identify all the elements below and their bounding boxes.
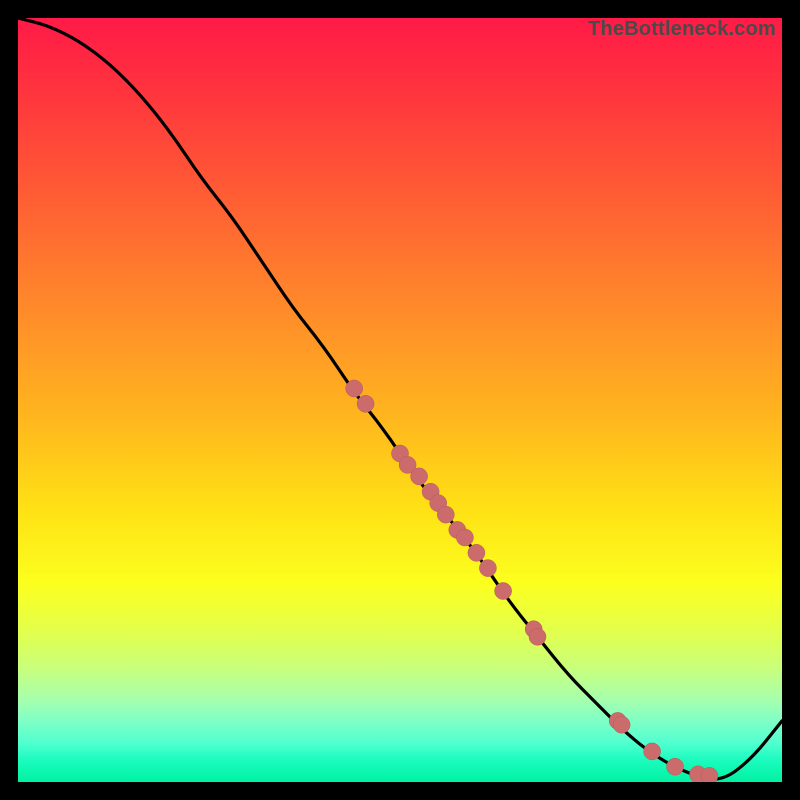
data-point bbox=[495, 583, 512, 600]
data-point bbox=[529, 628, 546, 645]
data-point bbox=[411, 468, 428, 485]
data-point bbox=[357, 395, 374, 412]
data-point bbox=[479, 560, 496, 577]
data-point bbox=[644, 743, 661, 760]
data-point bbox=[456, 529, 473, 546]
data-point bbox=[701, 767, 718, 782]
data-point bbox=[613, 716, 630, 733]
data-point bbox=[437, 506, 454, 523]
data-point bbox=[667, 758, 684, 775]
data-point bbox=[468, 544, 485, 561]
data-point bbox=[346, 380, 363, 397]
plot-area: TheBottleneck.com bbox=[18, 18, 782, 782]
chart-frame: TheBottleneck.com bbox=[0, 0, 800, 800]
scatter-dots bbox=[346, 380, 718, 782]
bottleneck-curve bbox=[18, 18, 782, 779]
chart-svg bbox=[18, 18, 782, 782]
